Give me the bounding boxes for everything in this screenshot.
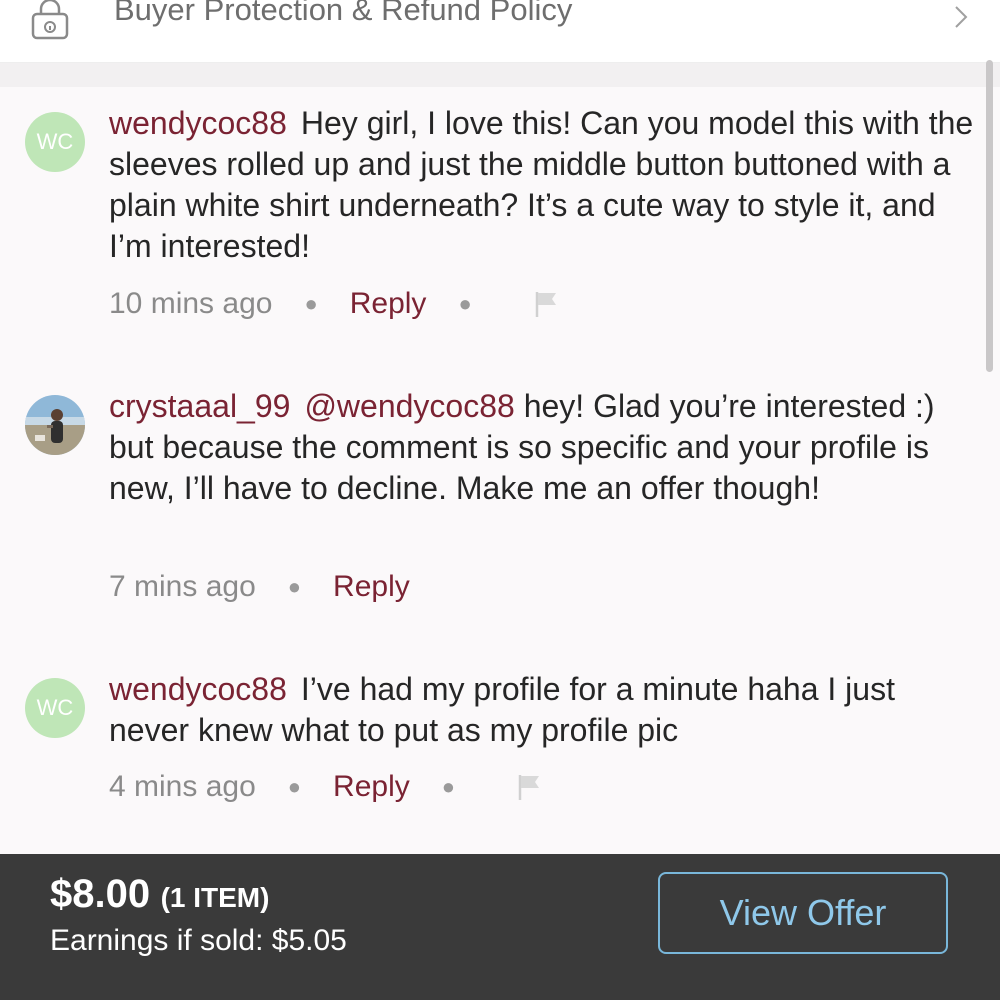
comment-timestamp: 7 mins ago: [109, 570, 256, 603]
avatar-initials: WC: [36, 129, 74, 154]
price-amount: $8.00: [50, 872, 151, 916]
earnings-value: $5.05: [271, 924, 347, 957]
comment-body: wendycoc88 Hey girl, I love this! Can you…: [109, 103, 974, 267]
comment-meta: 10 mins ago ● Reply ●: [109, 284, 560, 324]
reply-button[interactable]: Reply: [350, 287, 427, 321]
separator-dot: ●: [304, 291, 318, 316]
lock-icon: [31, 0, 69, 40]
comment-body: crystaaal_99 @wendycoc88 hey! Glad you’re…: [109, 386, 974, 509]
avatar[interactable]: WC: [25, 678, 85, 738]
comment-mention[interactable]: @wendycoc88: [304, 388, 514, 424]
avatar[interactable]: [25, 395, 85, 455]
comment-timestamp: 10 mins ago: [109, 287, 273, 320]
comment-username[interactable]: crystaaal_99: [109, 388, 290, 424]
separator-dot: ●: [287, 774, 302, 799]
separator-dot: ●: [287, 574, 302, 599]
buyer-protection-row[interactable]: Buyer Protection & Refund Policy: [0, 0, 1000, 63]
item-count: (1 ITEM): [160, 882, 270, 913]
flag-icon[interactable]: [532, 289, 560, 319]
buyer-protection-label: Buyer Protection & Refund Policy: [114, 0, 573, 27]
earnings-label: Earnings if sold:: [50, 924, 264, 957]
earnings-summary: Earnings if sold: $5.05: [50, 924, 347, 958]
scrollbar[interactable]: [986, 60, 993, 372]
avatar-initials: WC: [36, 695, 74, 720]
chevron-right-icon: [955, 6, 968, 28]
separator-dot: ●: [458, 291, 472, 316]
comment-meta: 4 mins ago ● Reply ●: [109, 767, 543, 807]
reply-button[interactable]: Reply: [333, 570, 410, 604]
comment-meta: 7 mins ago ● Reply: [109, 567, 410, 607]
comment-username[interactable]: wendycoc88: [109, 671, 287, 707]
comment-body: wendycoc88 I’ve had my profile for a minu…: [109, 669, 974, 751]
section-divider: [0, 63, 1000, 87]
profile-photo: [25, 395, 85, 455]
flag-icon[interactable]: [515, 772, 543, 802]
reply-button[interactable]: Reply: [333, 770, 410, 804]
avatar[interactable]: WC: [25, 112, 85, 172]
view-offer-button[interactable]: View Offer: [658, 872, 948, 954]
comment-username[interactable]: wendycoc88: [109, 105, 287, 141]
comment-timestamp: 4 mins ago: [109, 770, 256, 803]
price-summary: $8.00 (1 ITEM): [50, 872, 269, 917]
separator-dot: ●: [441, 774, 456, 799]
